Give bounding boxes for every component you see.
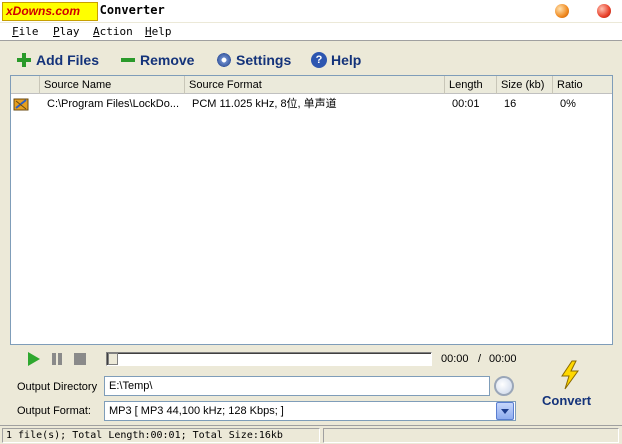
cell-length: 00:01 <box>452 98 480 110</box>
column-length[interactable]: Length <box>445 76 497 94</box>
seek-slider[interactable] <box>106 352 432 366</box>
menu-action[interactable]: Action <box>93 25 133 38</box>
settings-button[interactable]: Settings <box>216 50 291 70</box>
add-files-button[interactable]: Add Files <box>16 50 99 70</box>
pause-button[interactable] <box>50 352 64 366</box>
output-format-select[interactable]: MP3 [ MP3 44,100 kHz; 128 Kbps; ] <box>104 401 516 421</box>
status-text: 1 file(s); Total Length:00:01; Total Siz… <box>2 428 320 443</box>
file-list[interactable]: Source Name Source Format Length Size (k… <box>10 75 613 345</box>
column-size[interactable]: Size (kb) <box>497 76 553 94</box>
convert-button[interactable]: Convert <box>536 358 602 412</box>
current-time: 00:00 <box>441 353 469 365</box>
column-ratio[interactable]: Ratio <box>553 76 612 94</box>
settings-icon <box>216 52 232 68</box>
output-directory-input[interactable]: E:\Temp\ <box>104 376 490 396</box>
remove-button[interactable]: Remove <box>120 50 194 70</box>
column-source-name[interactable]: Source Name <box>40 76 185 94</box>
column-source-format[interactable]: Source Format <box>185 76 445 94</box>
list-header: Source Name Source Format Length Size (k… <box>11 76 612 94</box>
seek-thumb[interactable] <box>108 353 118 365</box>
chevron-down-icon[interactable] <box>496 402 514 420</box>
play-button[interactable] <box>28 352 40 366</box>
table-row[interactable]: C:\Program Files\LockDo... PCM 11.025 kH… <box>11 95 612 113</box>
menu-bar: File Play Action Help <box>0 23 622 41</box>
stop-button[interactable] <box>74 353 86 365</box>
column-icon[interactable] <box>11 76 40 94</box>
minimize-button[interactable] <box>555 4 569 18</box>
menu-play[interactable]: Play <box>53 25 80 38</box>
menu-help[interactable]: Help <box>145 25 172 38</box>
output-format-label: Output Format: <box>17 405 91 417</box>
audio-file-icon <box>13 98 29 111</box>
minus-icon <box>120 52 136 68</box>
status-panel-secondary <box>323 428 619 443</box>
cell-source-format: PCM 11.025 kHz, 8位, 单声道 <box>192 98 337 110</box>
help-icon: ? <box>311 52 327 68</box>
lightning-icon <box>561 360 579 390</box>
time-separator: / <box>478 353 482 365</box>
status-bar: 1 file(s); Total Length:00:01; Total Siz… <box>0 425 622 444</box>
menu-file[interactable]: File <box>12 25 39 38</box>
total-time: 00:00 <box>489 353 517 365</box>
plus-icon <box>16 52 32 68</box>
help-button[interactable]: ? Help <box>311 50 361 70</box>
cell-ratio: 0% <box>560 98 576 110</box>
cell-size: 16 <box>504 98 517 110</box>
cell-source-name: C:\Program Files\LockDo... <box>47 98 180 110</box>
browse-folder-button[interactable] <box>494 376 514 396</box>
title-bar: io Converter xDowns.com <box>0 0 622 22</box>
watermark-logo: xDowns.com <box>2 2 98 21</box>
close-button[interactable] <box>597 4 611 18</box>
output-directory-label: Output Directory <box>17 381 98 393</box>
